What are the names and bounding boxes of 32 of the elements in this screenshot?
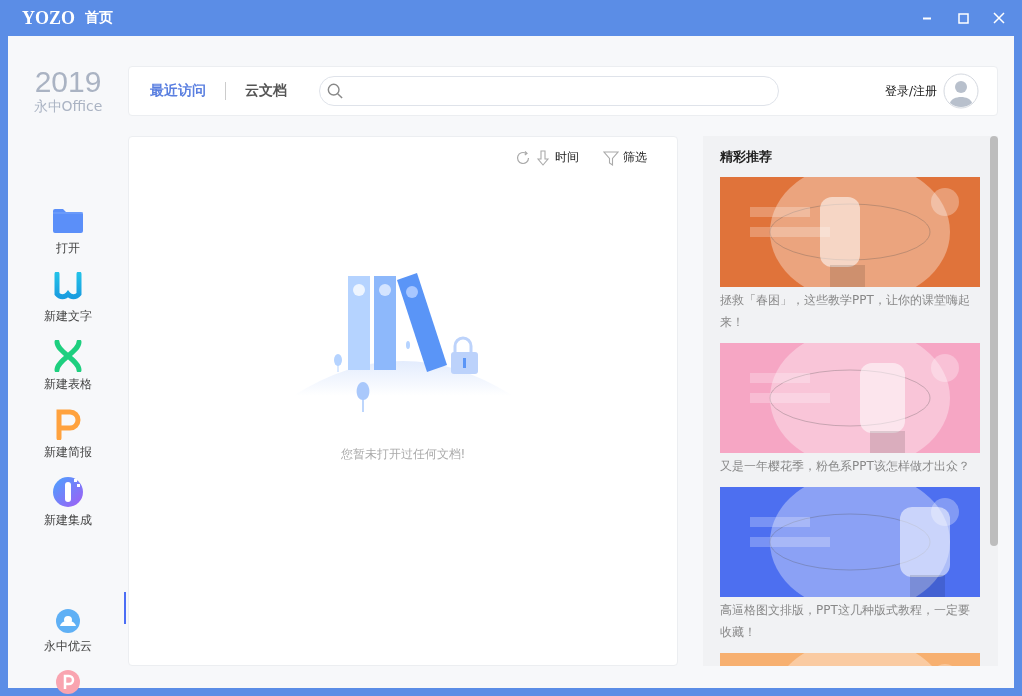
sort-down-icon[interactable] [535,149,551,166]
scrollbar-thumb[interactable] [990,136,998,546]
article-title[interactable]: 拯救「春困」，这些教学PPT，让你的课堂嗨起来！ [720,289,981,333]
maximize-icon [957,12,969,24]
cloud-icon [55,608,81,634]
brand-name: 永中Office [33,98,103,114]
sidebar-item[interactable]: 新建集成 [40,476,96,538]
letter-x-icon [52,340,84,372]
empty-message: 您暂未打开过任何文档! [340,446,466,463]
refresh-icon[interactable] [515,149,531,166]
section-title: 精彩推荐 [720,148,773,166]
filter-icon[interactable] [603,149,619,166]
minimize-icon [922,16,932,20]
close-icon [993,12,1005,24]
app-logo: YOZO [22,7,75,29]
filter-option[interactable]: 筛选 [623,149,647,166]
letter-o-icon [52,476,84,508]
sidebar-item[interactable]: 新建表格 [40,340,96,402]
sidebar-item[interactable] [55,669,81,695]
tab[interactable]: 云文档 [245,82,287,100]
search-icon [327,83,343,99]
sidebar-item[interactable]: 永中优云 [44,608,92,655]
avatar-icon [943,73,979,109]
tab[interactable]: 最近访问 [150,82,206,100]
sort-option[interactable]: 时间 [555,149,579,166]
sidebar-item[interactable]: 新建简报 [40,408,96,470]
brand-year: 2019 [34,66,102,98]
sidebar-item[interactable]: 新建文字 [40,272,96,334]
login-link[interactable]: 登录/注册 [884,82,937,100]
search-field[interactable] [319,76,779,106]
sidebar-item[interactable]: 打开 [48,204,88,266]
window-title: 首页 [85,9,113,27]
